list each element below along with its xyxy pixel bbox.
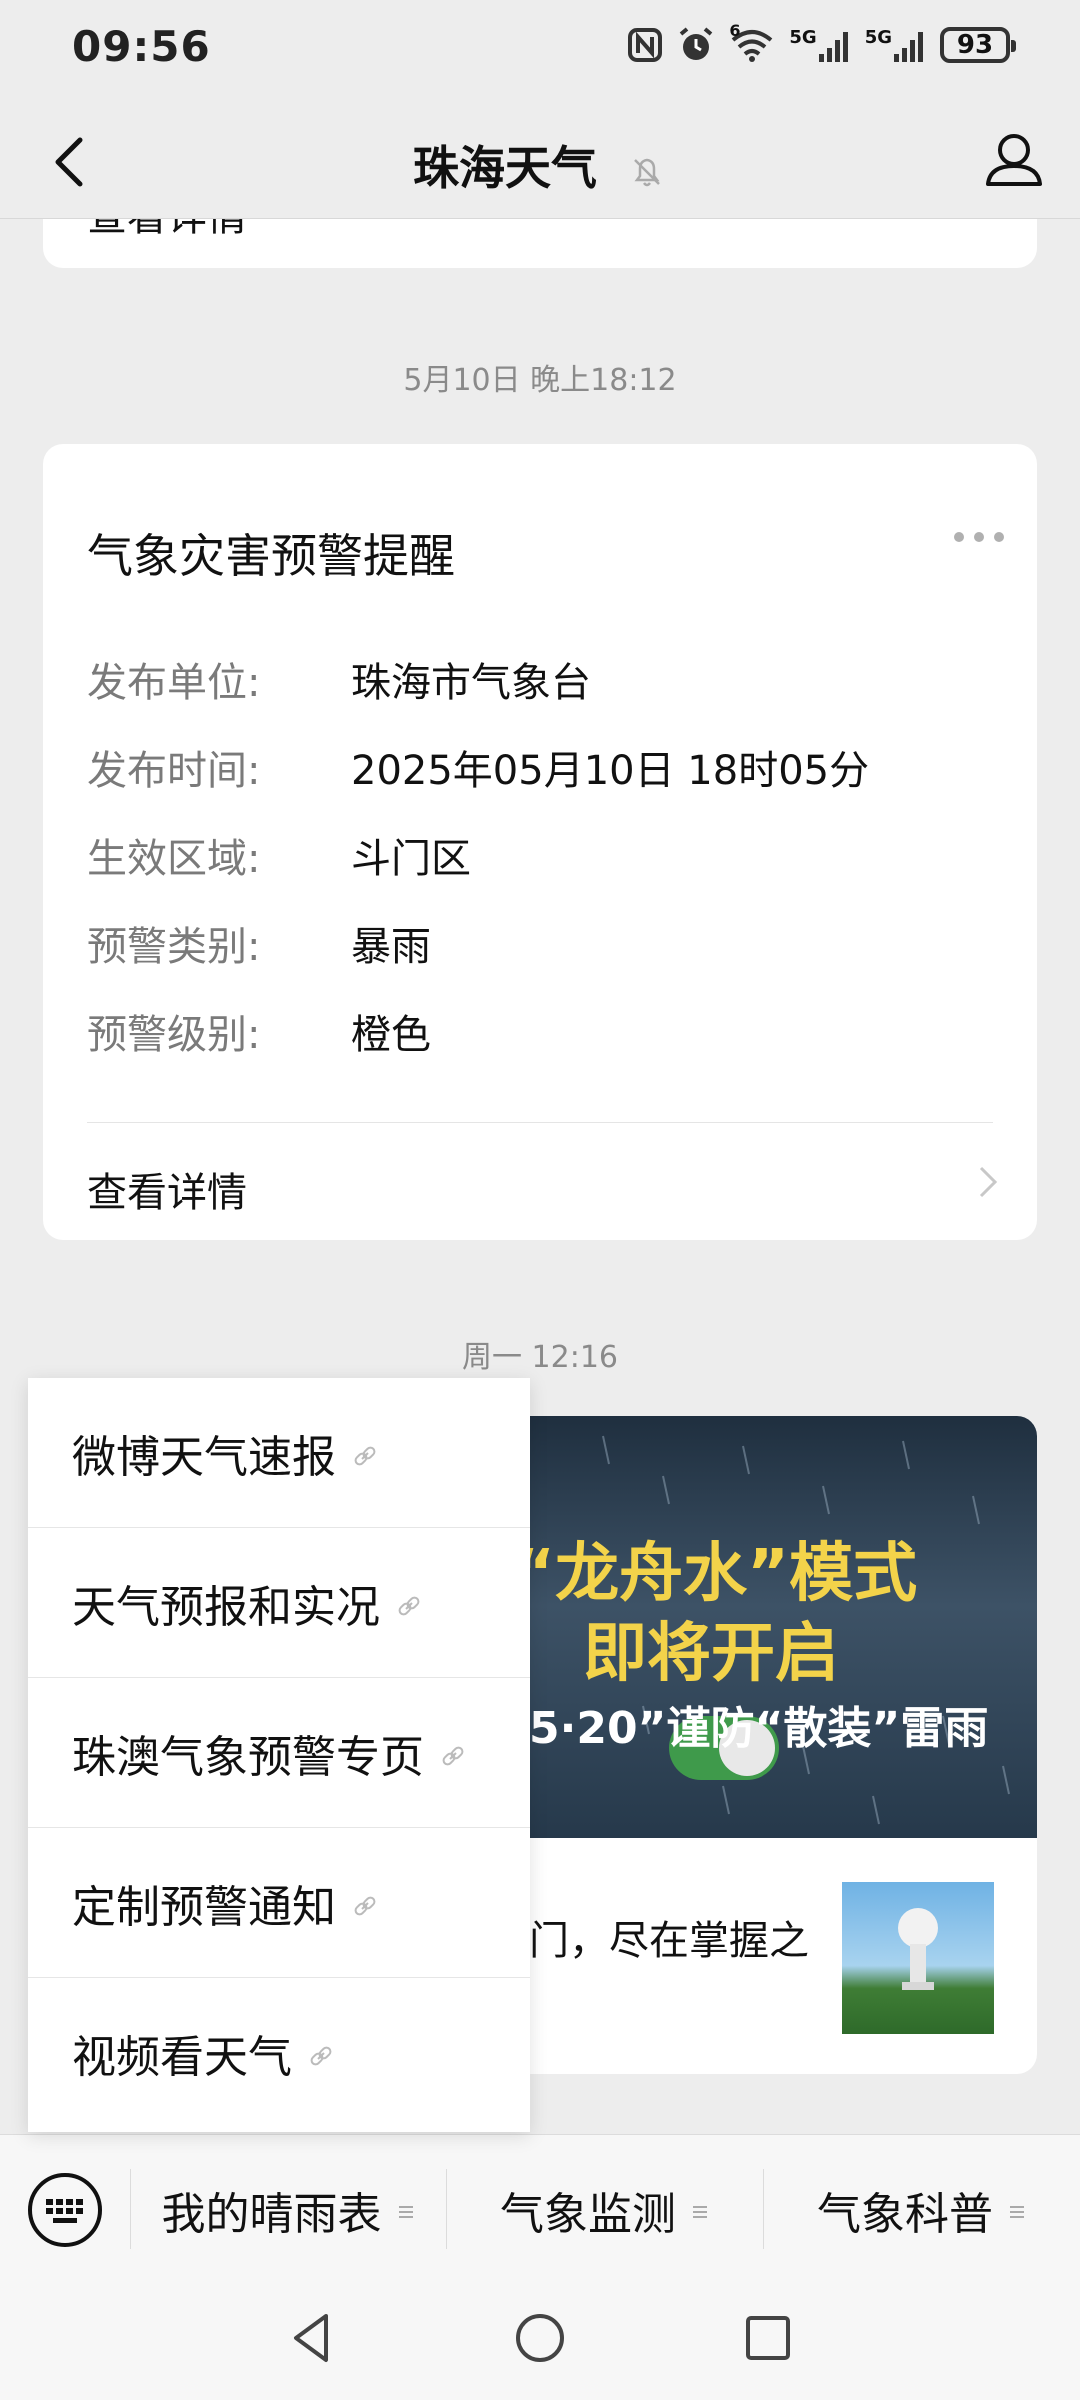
system-navigation-bar bbox=[0, 2284, 1080, 2400]
ellipsis-icon bbox=[954, 532, 1004, 542]
link-icon bbox=[398, 1596, 420, 1615]
chevron-right-icon bbox=[979, 1166, 998, 1198]
menu-item-label: 微博天气速报 bbox=[72, 1431, 336, 1483]
keyboard-toggle-button[interactable] bbox=[26, 2171, 104, 2249]
row-label: 生效区域: bbox=[87, 836, 261, 882]
menu-item-zhuhai-macao-warning[interactable]: 珠澳气象预警专页 bbox=[28, 1678, 530, 1828]
menu-lines-icon bbox=[398, 2206, 413, 2218]
square-recents-icon bbox=[746, 2316, 790, 2360]
article-snippet: 门，尽在掌握之 bbox=[529, 1918, 809, 1964]
view-details-label: 查看详情 bbox=[87, 1170, 247, 1216]
warning-card[interactable]: 气象灾害预警提醒 发布单位: 珠海市气象台 发布时间: 2025年05月10日 … bbox=[43, 444, 1037, 1240]
system-home-button[interactable] bbox=[508, 2306, 572, 2370]
row-value: 橙色 bbox=[351, 1012, 431, 1058]
article-thumbnail bbox=[842, 1882, 994, 2034]
page-title: 珠海天气 bbox=[0, 132, 1080, 198]
signal-icon bbox=[818, 31, 848, 62]
bottom-menu-weather-science[interactable]: 气象科普 bbox=[764, 2135, 1080, 2285]
divider bbox=[87, 1122, 993, 1123]
row-value: 斗门区 bbox=[351, 836, 471, 882]
menu-item-video-weather[interactable]: 视频看天气 bbox=[28, 1978, 530, 2128]
row-value: 暴雨 bbox=[351, 924, 431, 970]
message-timestamp: 5月10日 晚上18:12 bbox=[403, 363, 677, 398]
row-value: 珠海市气象台 bbox=[351, 660, 591, 706]
battery-indicator: 93 bbox=[940, 27, 1016, 63]
bottom-menu-label: 气象科普 bbox=[817, 2189, 993, 2240]
article-timestamp: 周一 12:16 bbox=[462, 1340, 618, 1375]
net-label-2: 5G bbox=[864, 26, 892, 48]
row-label: 发布时间: bbox=[87, 748, 261, 794]
page-title-text: 珠海天气 bbox=[412, 141, 597, 195]
banner-line-3: 5·20”谨防“散装”雷雨 bbox=[529, 1703, 989, 1754]
row-label: 预警类别: bbox=[87, 924, 261, 970]
more-button[interactable] bbox=[949, 522, 1009, 552]
triangle-back-icon bbox=[294, 2314, 328, 2362]
menu-item-label: 视频看天气 bbox=[72, 2032, 292, 2083]
menu-item-weibo-weather[interactable]: 微博天气速报 bbox=[28, 1378, 530, 1528]
bell-off-icon bbox=[634, 158, 660, 186]
row-value: 2025年05月10日 18时05分 bbox=[351, 748, 870, 794]
menu-item-label: 定制预警通知 bbox=[72, 1881, 336, 1933]
card-title: 气象灾害预警提醒 bbox=[87, 529, 455, 583]
menu-item-label: 珠澳气象预警专页 bbox=[72, 1731, 424, 1783]
bottom-menu-label: 我的晴雨表 bbox=[161, 2189, 382, 2240]
link-icon bbox=[442, 1746, 464, 1765]
system-back-button[interactable] bbox=[280, 2306, 344, 2370]
profile-button[interactable] bbox=[974, 120, 1054, 200]
row-label: 预警级别: bbox=[87, 1012, 261, 1058]
signal-icon-2 bbox=[894, 31, 923, 62]
menu-item-custom-alert[interactable]: 定制预警通知 bbox=[28, 1828, 530, 1978]
circle-home-icon bbox=[516, 2314, 564, 2362]
menu-item-label: 天气预报和实况 bbox=[72, 1581, 380, 1633]
row-label: 发布单位: bbox=[87, 660, 261, 706]
status-time: 09:56 bbox=[72, 22, 211, 71]
status-bar: 09:56 6 5G 5G 93 bbox=[0, 0, 1080, 100]
menu-item-forecast[interactable]: 天气预报和实况 bbox=[28, 1528, 530, 1678]
bottom-menu-my-barometer[interactable]: 我的晴雨表 bbox=[131, 2135, 446, 2285]
net-label-1: 5G bbox=[789, 26, 817, 48]
person-icon bbox=[986, 134, 1042, 186]
banner-line-2: 即将开启 bbox=[583, 1617, 839, 1691]
top-nav-bar: 珠海天气 bbox=[0, 100, 1080, 219]
link-icon bbox=[310, 2046, 332, 2066]
menu-lines-icon bbox=[1010, 2206, 1024, 2218]
link-icon bbox=[354, 1896, 376, 1915]
menu-lines-icon bbox=[693, 2206, 707, 2218]
status-icons: 6 5G 5G 93 bbox=[627, 21, 1016, 64]
system-recents-button[interactable] bbox=[736, 2306, 800, 2370]
battery-level: 93 bbox=[956, 30, 994, 60]
wifi-tag: 6 bbox=[729, 21, 741, 40]
radar-tower-icon bbox=[898, 1908, 938, 1990]
bottom-menu-bar: 我的晴雨表 气象监测 气象科普 bbox=[0, 2134, 1080, 2285]
bottom-menu-label: 气象监测 bbox=[500, 2189, 676, 2240]
keyboard-icon bbox=[28, 2173, 102, 2247]
banner-line-1: “龙舟水”模式 bbox=[513, 1537, 918, 1611]
bottom-menu-weather-monitoring[interactable]: 气象监测 bbox=[447, 2135, 763, 2285]
link-icon bbox=[354, 1446, 376, 1465]
alarm-icon bbox=[680, 27, 713, 60]
nfc-icon bbox=[628, 28, 663, 62]
view-details-link[interactable]: 查看详情 bbox=[43, 1124, 1037, 1240]
popup-menu: 微博天气速报 天气预报和实况 珠澳气象预警专页 定制预警通知 视频看天气 bbox=[28, 1378, 530, 2132]
